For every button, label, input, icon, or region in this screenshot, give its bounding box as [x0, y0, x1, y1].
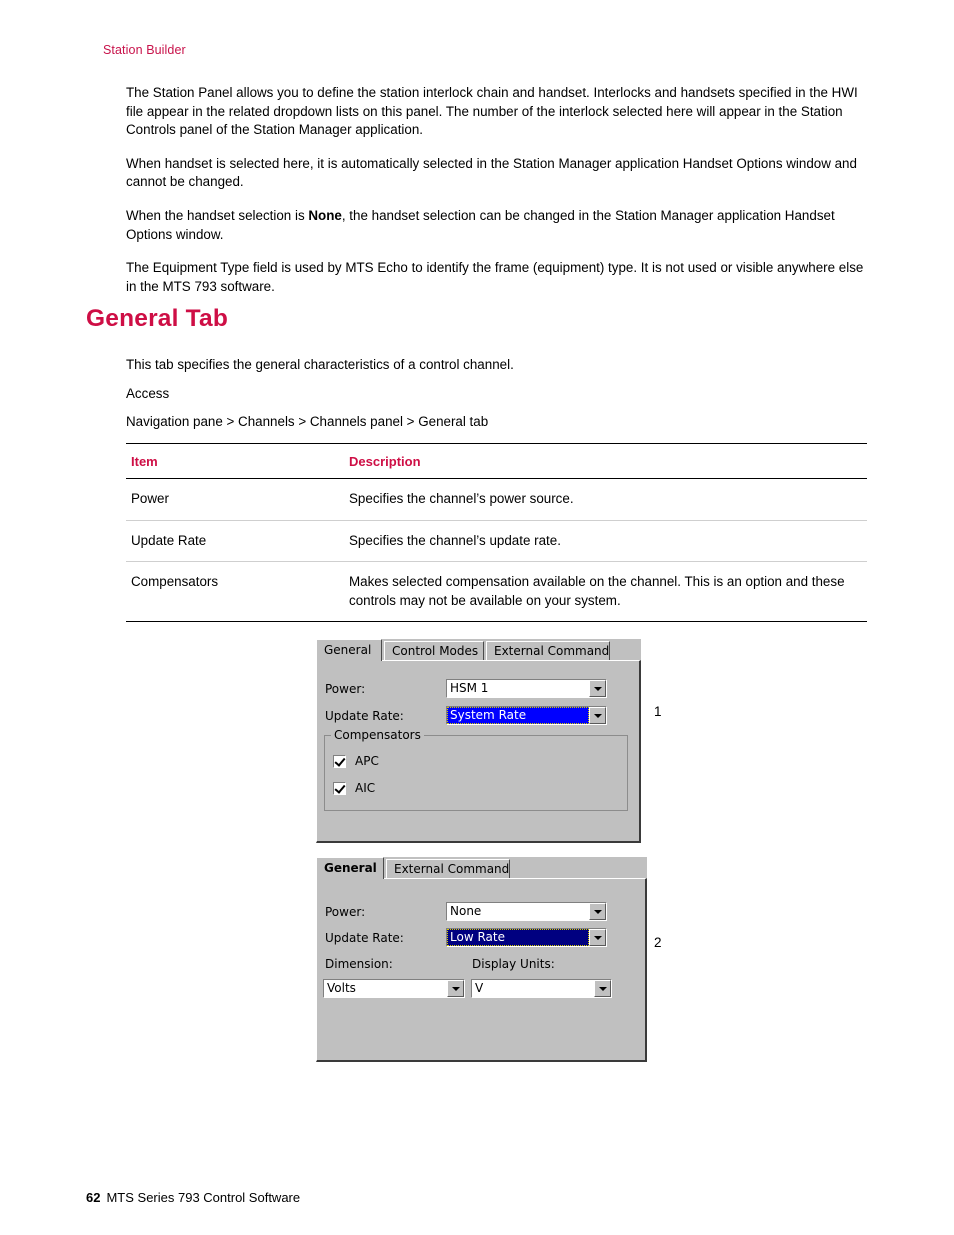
- checkbox-aic-label: AIC: [355, 781, 376, 795]
- paragraph-equipment-type: The Equipment Type field is used by MTS …: [126, 260, 864, 294]
- paragraph-handset-none-bold: None: [308, 207, 342, 223]
- power-label: Power:: [325, 682, 366, 696]
- paragraph-station-panel: The Station Panel allows you to define t…: [126, 85, 858, 138]
- chevron-down-icon[interactable]: [589, 680, 606, 697]
- table-header-row: Item Description: [126, 443, 867, 479]
- page-title: General Tab: [86, 305, 228, 332]
- power-combobox[interactable]: HSM 1: [446, 679, 607, 698]
- tab-strip: General External Command: [316, 857, 647, 879]
- power-value: HSM 1: [447, 680, 589, 697]
- chevron-down-icon[interactable]: [594, 980, 611, 997]
- tab-strip: General Control Modes External Command: [316, 639, 641, 661]
- footer-title: MTS Series 793 Control Software: [106, 1190, 301, 1205]
- body-content: The Station Panel allows you to define t…: [126, 84, 868, 296]
- checkbox-apc-label: APC: [355, 754, 379, 768]
- checkbox-apc[interactable]: APC: [333, 754, 379, 768]
- update-rate-value: Low Rate: [447, 929, 589, 946]
- paragraph-handset-none: When the handset selection is None, the …: [126, 207, 868, 244]
- table-cell-description: Specifies the channel’s power source.: [344, 478, 867, 521]
- table-row: Power Specifies the channel’s power sour…: [126, 478, 867, 521]
- update-rate-label: Update Rate:: [325, 709, 404, 723]
- paragraph-handset-none-before: When the handset selection is: [126, 207, 309, 223]
- power-label: Power:: [325, 905, 366, 919]
- checkbox-aic[interactable]: AIC: [333, 781, 375, 795]
- compensators-group-title: Compensators: [331, 728, 424, 742]
- table-cell-description: Makes selected compensation available on…: [344, 561, 867, 622]
- display-units-label: Display Units:: [472, 957, 555, 971]
- update-rate-combobox[interactable]: Low Rate: [446, 928, 607, 947]
- update-rate-label: Update Rate:: [325, 931, 404, 945]
- figure-callout-1: 1: [654, 704, 662, 719]
- display-units-combobox[interactable]: V: [471, 979, 612, 998]
- update-rate-value: System Rate: [447, 707, 589, 724]
- dialog-client-area: Power: HSM 1 Update Rate: System Rate Co…: [316, 660, 641, 843]
- items-table: Item Description Power Specifies the cha…: [126, 443, 867, 622]
- chevron-down-icon[interactable]: [589, 707, 606, 724]
- table-cell-item: Power: [126, 478, 344, 521]
- chevron-down-icon[interactable]: [589, 929, 606, 946]
- dimension-label: Dimension:: [325, 957, 393, 971]
- compensators-groupbox: Compensators APC AIC: [324, 728, 628, 811]
- power-value: None: [447, 903, 589, 920]
- chevron-down-icon[interactable]: [589, 903, 606, 920]
- breadcrumb: Navigation pane > Channels > Channels pa…: [126, 414, 489, 430]
- checkbox-apc-box[interactable]: [333, 754, 346, 768]
- table-row: Update Rate Specifies the channel’s upda…: [126, 520, 867, 562]
- update-rate-combobox[interactable]: System Rate: [446, 706, 607, 725]
- table-cell-item: Update Rate: [126, 520, 344, 562]
- page-footer: 62 MTS Series 793 Control Software: [86, 1190, 300, 1205]
- section-intro: This tab specifies the general character…: [126, 356, 868, 432]
- figure-callout-2: 2: [654, 935, 662, 950]
- power-combobox[interactable]: None: [446, 902, 607, 921]
- tab-external-command[interactable]: External Command: [486, 641, 610, 660]
- table-row: Compensators Makes selected compensation…: [126, 561, 867, 622]
- section-intro-text: This tab specifies the general character…: [126, 357, 514, 372]
- tab-external-command[interactable]: External Command: [386, 859, 510, 878]
- display-units-value: V: [472, 980, 594, 997]
- figure-dialog-general-external-command: General External Command Power: None Upd…: [316, 857, 647, 1062]
- table-cell-item: Compensators: [126, 561, 344, 622]
- dimension-value: Volts: [324, 980, 447, 997]
- paragraph-handset-selected: When handset is selected here, it is aut…: [126, 155, 857, 190]
- access-label: Access: [126, 385, 170, 401]
- running-header: Station Builder: [103, 43, 186, 57]
- dialog-client-area: Power: None Update Rate: Low Rate Dimens…: [316, 878, 647, 1062]
- table-header-item: Item: [126, 443, 344, 479]
- table-cell-description: Specifies the channel’s update rate.: [344, 520, 867, 562]
- figure-dialog-general-control-modes: General Control Modes External Command P…: [316, 639, 641, 843]
- tab-general[interactable]: General: [316, 857, 384, 879]
- dimension-combobox[interactable]: Volts: [323, 979, 465, 998]
- tab-control-modes[interactable]: Control Modes: [384, 641, 484, 660]
- table-header-description: Description: [344, 443, 867, 479]
- checkbox-aic-box[interactable]: [333, 781, 346, 795]
- tab-general[interactable]: General: [316, 639, 382, 661]
- page-number: 62: [86, 1190, 101, 1205]
- chevron-down-icon[interactable]: [447, 980, 464, 997]
